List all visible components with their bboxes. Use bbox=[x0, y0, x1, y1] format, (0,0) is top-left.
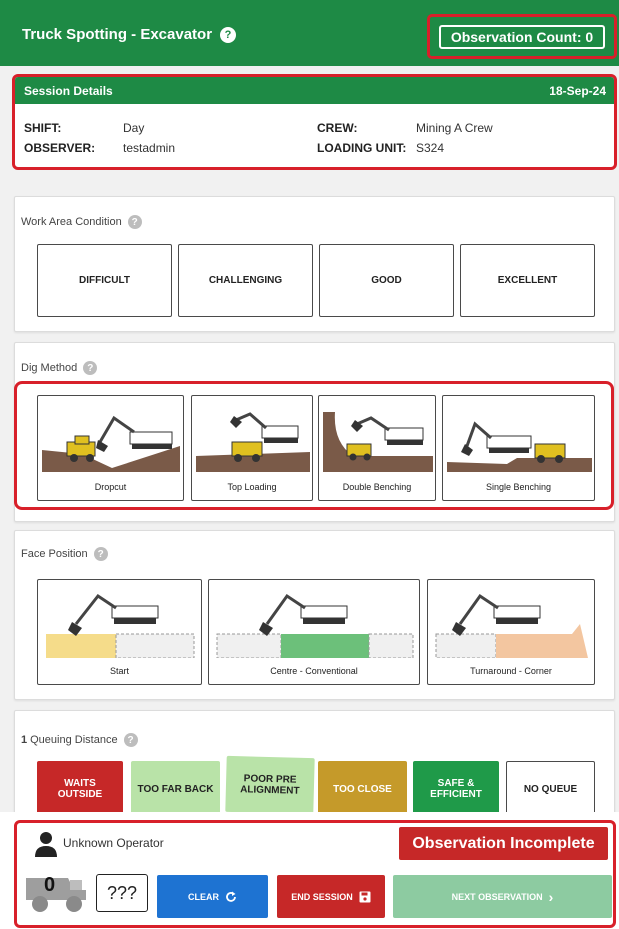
face-position-label: Turnaround - Corner bbox=[470, 666, 552, 676]
clear-button-label: CLEAR bbox=[188, 891, 219, 902]
face-position-label: Centre - Conventional bbox=[270, 666, 358, 676]
loading-unit-value: S324 bbox=[416, 141, 445, 155]
dig-method-label: Dropcut bbox=[94, 482, 127, 492]
observer-label: OBSERVER: bbox=[24, 141, 96, 155]
next-observation-button-label: NEXT OBSERVATION bbox=[451, 891, 543, 902]
session-details-panel: Session Details 18-Sep-24 SHIFT: Day OBS… bbox=[12, 74, 617, 170]
queue-safe-efficient-button[interactable]: SAFE & EFFICIENT bbox=[413, 761, 499, 817]
face-position-title: Face Position ? bbox=[21, 547, 108, 561]
work-area-challenging-button[interactable]: CHALLENGING bbox=[178, 244, 313, 317]
session-details-title: Session Details bbox=[24, 83, 113, 98]
shift-value: Day bbox=[123, 121, 145, 135]
shift-label: SHIFT: bbox=[24, 121, 62, 135]
session-date: 18-Sep-24 bbox=[549, 83, 606, 98]
face-position-centre-button[interactable]: Centre - Conventional bbox=[208, 579, 420, 685]
dig-method-label: Single Benching bbox=[485, 482, 552, 492]
observation-status-badge: Observation Incomplete bbox=[399, 827, 608, 860]
app-header: Truck Spotting - Excavator ? Observation… bbox=[0, 0, 619, 66]
queue-too-far-back-button[interactable]: TOO FAR BACK bbox=[131, 761, 220, 817]
turnaround-illustration-icon bbox=[435, 593, 588, 658]
queuing-distance-title: 1 Queuing Distance ? bbox=[21, 733, 138, 747]
queue-waits-outside-button[interactable]: WAITS OUTSIDE bbox=[37, 761, 123, 817]
queue-poor-pre-alignment-button[interactable]: POOR PRE ALIGNMENT bbox=[225, 755, 315, 815]
queue-no-queue-button[interactable]: NO QUEUE bbox=[506, 761, 595, 817]
work-area-good-button[interactable]: GOOD bbox=[319, 244, 454, 317]
dig-method-top-loading-button[interactable]: Top Loading bbox=[191, 395, 313, 501]
next-observation-button[interactable]: NEXT OBSERVATION › bbox=[393, 875, 612, 918]
operator-label: Unknown Operator bbox=[63, 836, 164, 850]
face-position-title-text: Face Position bbox=[21, 548, 88, 560]
face-position-start-button[interactable]: Start bbox=[37, 579, 202, 685]
single-benching-illustration-icon bbox=[447, 421, 592, 472]
double-benching-illustration-icon bbox=[323, 412, 433, 472]
crew-value: Mining A Crew bbox=[416, 121, 493, 135]
save-icon bbox=[359, 891, 371, 902]
page-title-text: Truck Spotting - Excavator bbox=[22, 26, 213, 43]
help-icon[interactable]: ? bbox=[93, 547, 108, 561]
face-position-label: Start bbox=[109, 666, 129, 676]
centre-illustration-icon bbox=[216, 593, 414, 658]
dig-method-double-benching-button[interactable]: Double Benching bbox=[318, 395, 436, 501]
clear-button[interactable]: CLEAR bbox=[157, 875, 268, 918]
person-icon bbox=[35, 832, 57, 857]
help-icon[interactable]: ? bbox=[83, 361, 98, 375]
work-area-excellent-button[interactable]: EXCELLENT bbox=[460, 244, 595, 317]
refresh-icon bbox=[226, 891, 236, 902]
truck-count: 0 bbox=[44, 874, 56, 896]
help-icon[interactable]: ? bbox=[220, 26, 237, 43]
observation-count-highlight: Observation Count: 0 bbox=[427, 14, 617, 59]
start-illustration-icon bbox=[46, 593, 195, 658]
haul-truck-icon bbox=[26, 878, 86, 912]
observer-value: testadmin bbox=[123, 141, 176, 155]
end-session-button-label: END SESSION bbox=[291, 891, 353, 902]
work-area-title-text: Work Area Condition bbox=[21, 216, 122, 228]
dropcut-illustration-icon bbox=[42, 415, 180, 472]
work-area-title: Work Area Condition ? bbox=[21, 215, 142, 229]
end-session-button[interactable]: END SESSION bbox=[277, 875, 385, 918]
help-icon[interactable]: ? bbox=[123, 733, 138, 747]
top-loading-illustration-icon bbox=[196, 412, 310, 472]
help-icon[interactable]: ? bbox=[127, 215, 142, 229]
queuing-distance-title-text: Queuing Distance bbox=[30, 734, 118, 746]
loading-unit-label: LOADING UNIT: bbox=[317, 141, 407, 155]
dig-method-single-benching-button[interactable]: Single Benching bbox=[442, 395, 595, 501]
queuing-distance-number: 1 bbox=[21, 734, 28, 746]
unknown-truck-button[interactable]: ??? bbox=[96, 874, 148, 912]
chevron-right-icon: › bbox=[548, 888, 554, 905]
observation-count-button[interactable]: Observation Count: 0 bbox=[439, 25, 605, 49]
dig-method-dropcut-button[interactable]: Dropcut bbox=[37, 395, 184, 501]
crew-label: CREW: bbox=[317, 121, 358, 135]
queue-too-close-button[interactable]: TOO CLOSE bbox=[318, 761, 407, 817]
page-title: Truck Spotting - Excavator ? bbox=[22, 26, 237, 43]
dig-method-label: Double Benching bbox=[342, 482, 412, 492]
work-area-difficult-button[interactable]: DIFFICULT bbox=[37, 244, 172, 317]
face-position-turnaround-button[interactable]: Turnaround - Corner bbox=[427, 579, 595, 685]
session-details-bar: Session Details 18-Sep-24 bbox=[15, 77, 614, 104]
dig-method-title-text: Dig Method bbox=[21, 362, 78, 374]
dig-method-title: Dig Method ? bbox=[21, 361, 98, 375]
dig-method-label: Top Loading bbox=[227, 482, 277, 492]
